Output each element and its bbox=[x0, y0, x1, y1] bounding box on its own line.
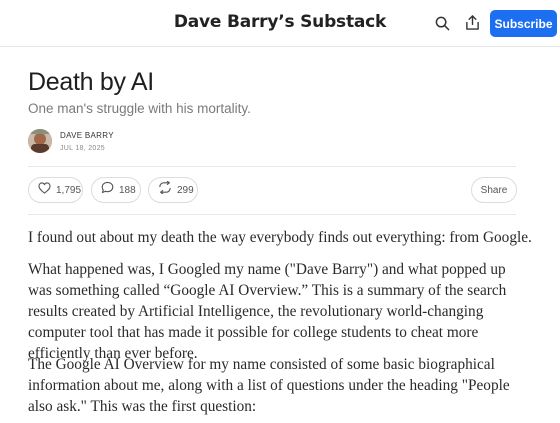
author-avatar[interactable] bbox=[28, 129, 52, 153]
share-button[interactable]: Share bbox=[471, 177, 517, 203]
search-icon[interactable] bbox=[433, 14, 451, 32]
restack-icon bbox=[158, 180, 172, 199]
share-upload-icon[interactable] bbox=[463, 14, 481, 32]
post-date: JUL 18, 2025 bbox=[60, 145, 105, 152]
heart-icon bbox=[38, 181, 51, 199]
body-paragraph: The Google AI Overview for my name consi… bbox=[28, 356, 510, 415]
author-name[interactable]: DAVE BARRY bbox=[60, 131, 114, 140]
comment-button[interactable]: 188 bbox=[91, 177, 141, 203]
post-subtitle: One man's struggle with his mortality. bbox=[28, 101, 251, 116]
subscribe-button[interactable]: Subscribe bbox=[490, 10, 557, 37]
body-paragraph: I found out about my death the way every… bbox=[28, 229, 532, 246]
divider bbox=[28, 214, 516, 215]
like-count: 1,795 bbox=[56, 184, 82, 196]
top-navigation-bar: Dave Barry’s Substack Subscribe bbox=[0, 0, 560, 47]
post-title: Death by AI bbox=[28, 68, 154, 96]
divider bbox=[28, 166, 516, 167]
like-button[interactable]: 1,795 bbox=[28, 177, 83, 203]
comment-icon bbox=[101, 181, 114, 199]
restack-button[interactable]: 299 bbox=[148, 177, 198, 203]
restack-count: 299 bbox=[177, 184, 194, 196]
body-paragraph: What happened was, I Googled my name ("D… bbox=[28, 261, 507, 362]
comment-count: 188 bbox=[119, 184, 136, 196]
